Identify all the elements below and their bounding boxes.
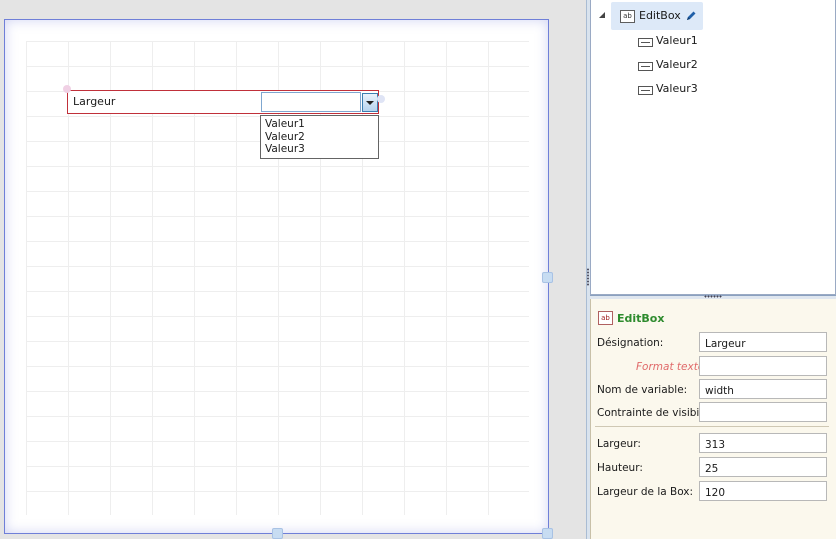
resize-handle-right[interactable] — [542, 272, 553, 283]
tree-node-label: Valeur2 — [656, 58, 698, 71]
combo-dropdown-button[interactable] — [362, 93, 378, 112]
width-input[interactable] — [699, 433, 827, 453]
collapse-expander-icon[interactable] — [599, 12, 605, 18]
field-icon — [638, 86, 653, 95]
widget-handle-right[interactable] — [377, 95, 385, 103]
variable-name-label: Nom de variable: — [597, 384, 688, 396]
tree-node-label: Valeur1 — [656, 34, 698, 47]
properties-title: EditBox — [617, 312, 665, 325]
designation-input[interactable] — [699, 332, 827, 352]
tree-node-valeur1[interactable]: Valeur1 — [636, 33, 756, 51]
designation-label: Désignation: — [597, 337, 664, 349]
editbox-widget-label: Largeur — [73, 95, 116, 108]
format-input[interactable] — [699, 356, 827, 376]
horizontal-splitter-grip[interactable] — [704, 295, 722, 298]
height-label: Hauteur: — [597, 462, 643, 474]
dropdown-list: Valeur1 Valeur2 Valeur3 — [260, 115, 379, 159]
variable-name-input[interactable] — [699, 379, 827, 399]
resize-handle-corner[interactable] — [542, 528, 553, 539]
width-label: Largeur: — [597, 438, 641, 450]
tree-node-label: EditBox — [639, 9, 681, 22]
resize-handle-bottom[interactable] — [272, 528, 283, 539]
tree-panel: ab EditBox Valeur1 Valeur2 Valeur3 — [590, 0, 836, 295]
tree-node-valeur2[interactable]: Valeur2 — [636, 57, 756, 75]
dropdown-option[interactable]: Valeur1 — [265, 118, 378, 131]
editbox-ab-icon: ab — [598, 311, 613, 325]
vertical-splitter-grip[interactable] — [587, 268, 589, 286]
tree-node-label: Valeur3 — [656, 82, 698, 95]
visibility-constraint-input[interactable] — [699, 402, 827, 422]
box-width-input[interactable] — [699, 481, 827, 501]
editbox-ab-icon: ab — [620, 10, 635, 23]
tree-node-valeur3[interactable]: Valeur3 — [636, 81, 756, 99]
tree-node-editbox[interactable]: ab EditBox — [611, 2, 703, 30]
dropdown-option[interactable]: Valeur3 — [265, 143, 378, 156]
field-icon — [638, 62, 653, 71]
properties-panel: ab EditBox Désignation: Format texte : N… — [590, 299, 836, 539]
field-icon — [638, 38, 653, 47]
editbox-widget[interactable]: Largeur — [63, 85, 385, 114]
pencil-icon[interactable] — [685, 10, 697, 22]
combo-input[interactable] — [261, 92, 361, 112]
dropdown-option[interactable]: Valeur2 — [265, 131, 378, 144]
design-canvas-area: Largeur Valeur1 Valeur2 Valeur3 — [0, 0, 586, 539]
height-input[interactable] — [699, 457, 827, 477]
widget-handle-left[interactable] — [63, 85, 71, 93]
box-width-label: Largeur de la Box: — [597, 486, 694, 498]
properties-divider — [595, 426, 829, 427]
